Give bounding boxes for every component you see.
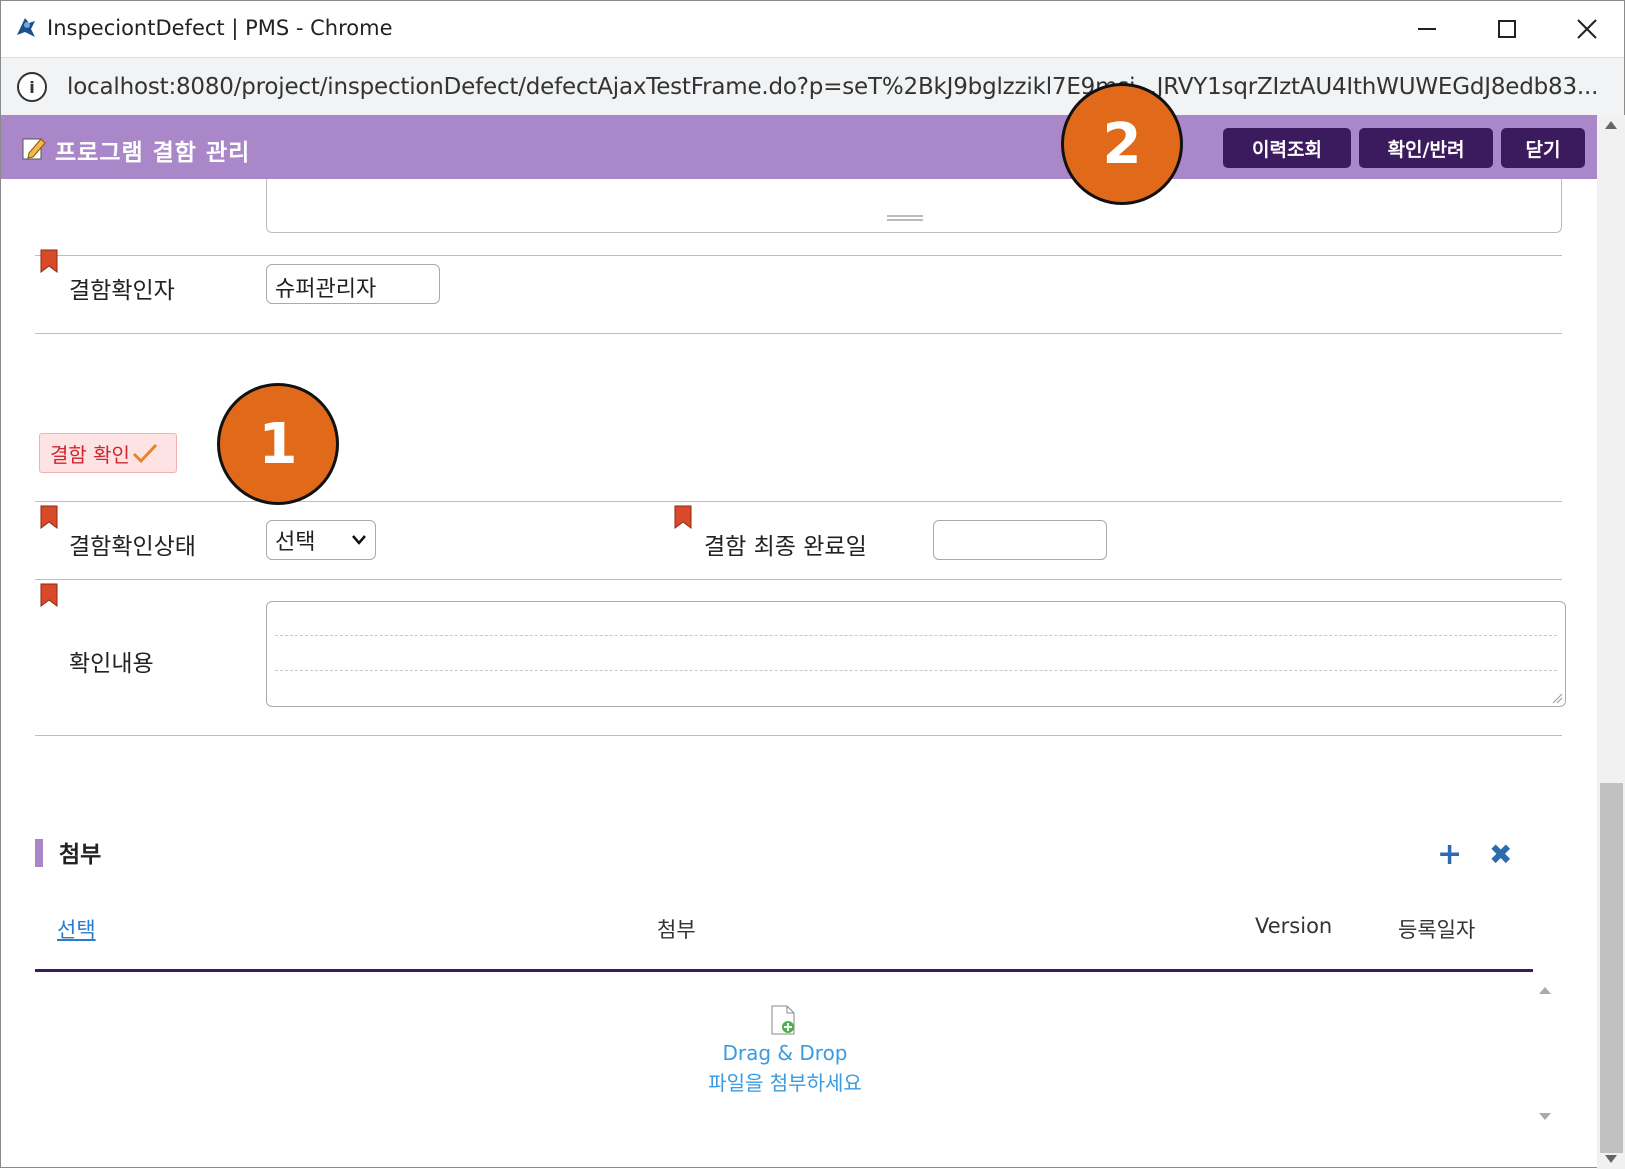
site-info-icon[interactable]: i [17,72,47,102]
history-button[interactable]: 이력조회 [1223,128,1351,168]
final-date-input[interactable] [933,520,1107,560]
badge-label: 결함 확인 [50,442,130,467]
minimize-button[interactable] [1407,11,1447,47]
dashed-line [275,670,1557,671]
status-label: 결함확인상태 [69,534,196,560]
content-textarea[interactable] [266,601,1566,707]
previous-textarea[interactable] [266,179,1562,233]
delete-attachment-icon[interactable]: ✖ [1489,841,1512,869]
annotation-marker-2: 2 [1061,83,1183,205]
file-upload-icon [771,1005,795,1035]
required-bookmark-icon [40,505,58,529]
maximize-icon [1498,20,1516,38]
close-button[interactable]: 닫기 [1501,128,1585,168]
page-title: 프로그램 결함 관리 [55,140,251,166]
close-window-button[interactable] [1567,11,1607,47]
check-icon [132,443,158,464]
browser-window: InspeciontDefect | PMS - Chrome i localh… [0,0,1625,1169]
scroll-up-icon[interactable] [1605,121,1617,129]
attachment-title: 첨부 [59,842,102,868]
confirm-return-button[interactable]: 확인/반려 [1359,128,1493,168]
col-attachment: 첨부 [657,918,696,942]
col-reg-date: 등록일자 [1398,918,1476,942]
status-select[interactable]: 선택 [266,520,376,560]
table-scroll-down-icon[interactable] [1539,1113,1551,1120]
divider [35,735,1562,736]
edit-icon [22,138,46,160]
maximize-button[interactable] [1487,11,1527,47]
content-label: 확인내용 [69,651,154,677]
required-bookmark-icon [40,249,58,273]
close-icon [1577,19,1597,39]
table-scroll-up-icon[interactable] [1539,987,1551,994]
page-scrollbar[interactable] [1597,115,1625,1169]
required-bookmark-icon [674,505,692,529]
col-select[interactable]: 선택 [57,914,96,944]
add-attachment-icon[interactable]: + [1437,840,1462,870]
title-bar: InspeciontDefect | PMS - Chrome [1,1,1624,57]
form-content: 결함확인자 슈퍼관리자 결함 확인 결함확인상태 선택 결함 최종 완료일 확인… [1,179,1597,1169]
annotation-marker-1: 1 [217,383,339,505]
defect-confirm-badge: 결함 확인 [39,433,177,473]
divider [35,255,1562,256]
app-icon [17,18,35,37]
resize-grip-icon[interactable] [887,215,923,221]
drop-zone-line2[interactable]: 파일을 첨부하세요 [621,1067,949,1096]
url-field[interactable]: localhost:8080/project/inspectionDefect/… [67,74,1597,100]
required-bookmark-icon [40,583,58,607]
address-bar: i localhost:8080/project/inspectionDefec… [1,57,1624,115]
table-header-line [35,969,1533,972]
minimize-icon [1418,28,1436,30]
section-bar [35,839,43,867]
confirmer-input[interactable]: 슈퍼관리자 [266,264,440,304]
scroll-down-icon[interactable] [1605,1155,1617,1163]
dashed-line [275,635,1557,636]
chevron-down-icon [352,535,366,545]
window-title: InspeciontDefect | PMS - Chrome [47,16,393,40]
divider [35,579,1562,580]
resize-handle-icon[interactable] [1551,692,1563,704]
confirmer-label: 결함확인자 [69,278,175,304]
divider [35,333,1562,334]
drop-zone-line1[interactable]: Drag & Drop [621,1041,949,1065]
status-select-value: 선택 [275,530,316,555]
scroll-thumb[interactable] [1600,783,1623,1153]
final-date-label: 결함 최종 완료일 [704,534,867,560]
col-version: Version [1255,914,1333,938]
page-header: 프로그램 결함 관리 이력조회 확인/반려 닫기 [1,115,1597,179]
